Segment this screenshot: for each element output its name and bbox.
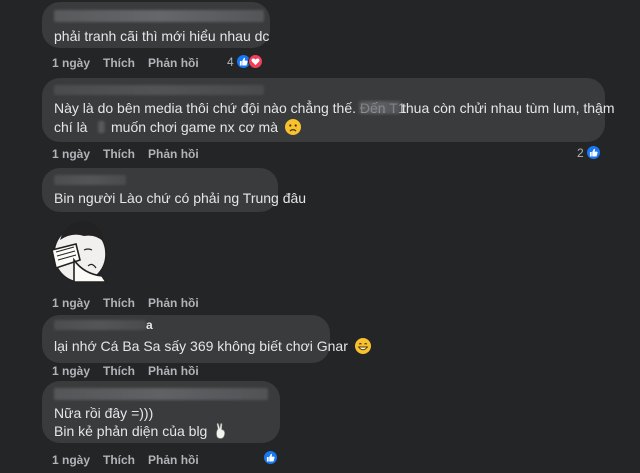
comment-text: muốn chơi game nx cơ mà: [111, 118, 301, 137]
comment-actions: 1 ngày Thích Phản hồi: [52, 364, 199, 378]
comment-actions: 1 ngày Thích Phản hồi: [52, 453, 199, 467]
comment-text-part: muốn chơi game nx cơ mà: [111, 119, 278, 135]
like-button[interactable]: Thích: [103, 147, 135, 161]
comment-time[interactable]: 1 ngày: [52, 453, 90, 467]
mention-redacted[interactable]: [359, 101, 401, 114]
like-button[interactable]: Thích: [103, 56, 135, 70]
comment-actions: 1 ngày Thích Phản hồi: [52, 56, 199, 70]
love-icon: [247, 54, 263, 69]
reply-button[interactable]: Phản hồi: [148, 453, 199, 467]
facepalm-sticker: [44, 216, 112, 284]
comment-text-part: chí là: [54, 119, 88, 135]
comment-text: Này là do bên media thôi chứ đội nào chẳ…: [54, 99, 406, 118]
comment-time[interactable]: 1 ngày: [52, 147, 90, 161]
commenter-name-redacted[interactable]: [54, 388, 268, 400]
comment-time[interactable]: 1 ngày: [52, 296, 90, 310]
commenter-name-redacted[interactable]: [54, 175, 126, 185]
comment-text: chí là: [54, 118, 87, 137]
comment-text: lại nhớ Cá Ba Sa sấy 369 không biết chơi…: [54, 337, 371, 356]
reply-button[interactable]: Phản hồi: [148, 364, 199, 378]
like-button[interactable]: Thích: [103, 364, 135, 378]
left-edge: [0, 0, 10, 473]
like-button[interactable]: Thích: [103, 296, 135, 310]
comment-time[interactable]: 1 ngày: [52, 56, 90, 70]
reaction-summary[interactable]: [263, 450, 278, 465]
commenter-name-suffix: a: [146, 318, 153, 332]
grin-face-emoji: [354, 338, 371, 354]
comment-text-part: Này là do bên media thôi chứ đội nào chẳ…: [54, 100, 406, 116]
reaction-summary[interactable]: 2: [577, 145, 601, 160]
comment-text-part: Bin kẻ phản diện của blg: [54, 423, 208, 439]
like-icon: [263, 450, 278, 465]
comment-text: Bin kẻ phản diện của blg: [54, 422, 228, 441]
comment-text-part: thua còn chửi nhau tùm lum, thậm: [402, 100, 615, 116]
like-icon: [585, 145, 601, 160]
reply-button[interactable]: Phản hồi: [148, 56, 199, 70]
sad-face-emoji: [284, 119, 301, 135]
reply-button[interactable]: Phản hồi: [148, 147, 199, 161]
comment-actions: 1 ngày Thích Phản hồi: [52, 296, 199, 310]
comment-text: phải tranh cãi thì mới hiểu nhau dc: [54, 28, 270, 44]
reaction-count: 2: [577, 145, 584, 160]
comment-text: Bin người Lào chứ có phải ng Trung đâu: [54, 190, 307, 206]
mention-redacted[interactable]: [98, 121, 105, 133]
reaction-count: 4: [227, 54, 234, 69]
commenter-name-redacted[interactable]: [54, 320, 146, 330]
comment-text-part: lại nhớ Cá Ba Sa sấy 369 không biết chơi…: [54, 338, 348, 354]
peace-hand-emoji: [214, 423, 228, 439]
commenter-name-redacted[interactable]: [54, 85, 264, 95]
comment-actions: 1 ngày Thích Phản hồi: [52, 147, 199, 161]
comment-text: Nữa rồi đây =))): [54, 405, 154, 421]
comment-time[interactable]: 1 ngày: [52, 364, 90, 378]
reaction-summary[interactable]: 4: [227, 54, 263, 69]
like-button[interactable]: Thích: [103, 453, 135, 467]
reply-button[interactable]: Phản hồi: [148, 296, 199, 310]
commenter-name-redacted[interactable]: [54, 10, 264, 22]
